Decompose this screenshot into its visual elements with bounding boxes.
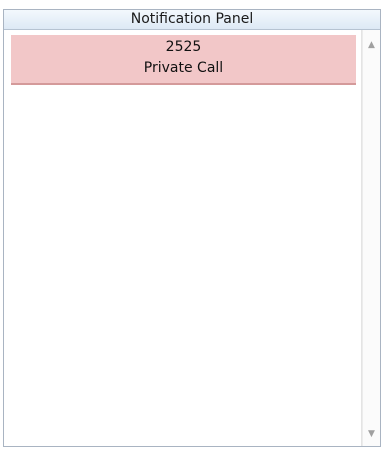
notification-type: Private Call bbox=[143, 60, 224, 76]
scroll-down-arrow-icon[interactable]: ▼ bbox=[363, 426, 380, 443]
scroll-up-arrow-icon[interactable]: ▲ bbox=[363, 37, 380, 54]
notification-list[interactable]: 2525 Private Call bbox=[4, 30, 362, 446]
notification-panel: Notification Panel 2525 Private Call ▲ ▼ bbox=[3, 9, 381, 447]
panel-title: Notification Panel bbox=[4, 10, 380, 30]
vertical-scrollbar[interactable]: ▲ ▼ bbox=[362, 30, 380, 446]
notification-item[interactable]: 2525 Private Call bbox=[11, 35, 356, 85]
notification-number: 2525 bbox=[165, 39, 202, 55]
